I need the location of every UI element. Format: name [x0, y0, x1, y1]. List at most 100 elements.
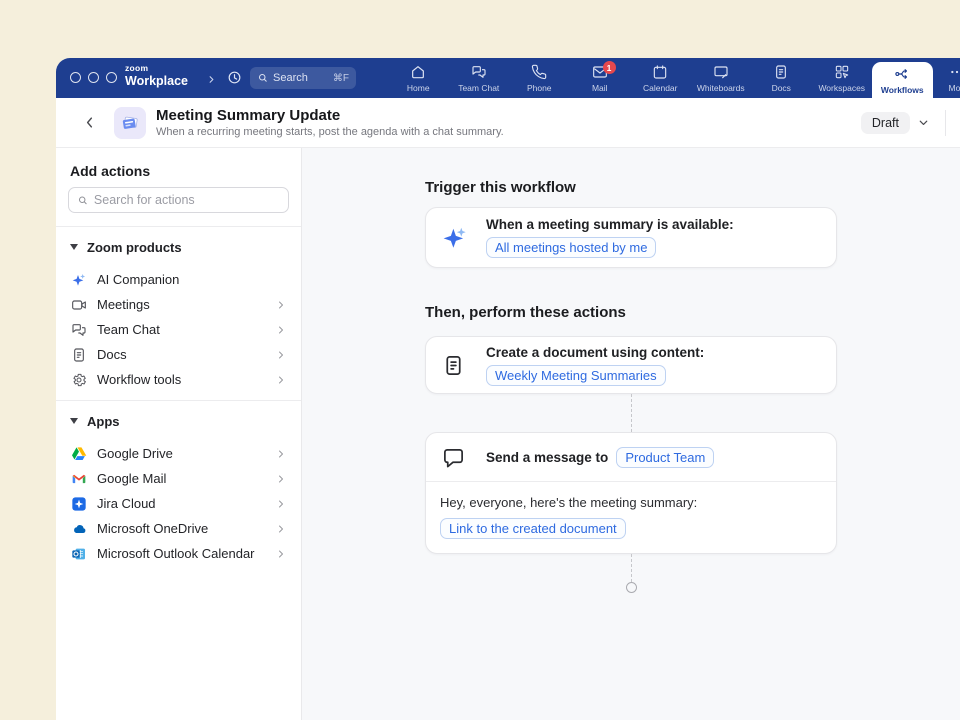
ai-sparkle-icon	[70, 271, 87, 288]
nav-item-more[interactable]: More	[933, 58, 960, 98]
back-button[interactable]	[82, 115, 97, 130]
docs-icon	[70, 346, 87, 363]
window-control-close[interactable]	[70, 72, 81, 83]
recipient-pill[interactable]: Product Team	[616, 447, 714, 468]
window-control-minimize[interactable]	[88, 72, 99, 83]
document-link-pill[interactable]: Link to the created document	[440, 518, 626, 539]
add-step-node[interactable]	[626, 582, 637, 593]
triangle-down-icon	[70, 244, 78, 250]
nav-item-calendar[interactable]: Calendar	[630, 58, 691, 98]
chevron-right-icon	[275, 523, 287, 535]
workflow-title-block: Meeting Summary Update When a recurring …	[156, 107, 504, 138]
sidebar-divider	[56, 400, 301, 401]
section-apps[interactable]: Apps	[70, 411, 289, 431]
draft-status-badge[interactable]: Draft	[861, 112, 910, 134]
sidebar-item-jira-cloud[interactable]: Jira Cloud	[68, 491, 289, 516]
sidebar-item-google-mail[interactable]: Google Mail	[68, 466, 289, 491]
ai-sparkle-icon	[442, 225, 486, 251]
actions-search-field[interactable]	[68, 187, 289, 213]
app-window: zoom Workplace Search ⌘F Home Team Chat	[56, 58, 960, 720]
workflow-header: Meeting Summary Update When a recurring …	[56, 98, 960, 148]
app-body: Add actions Zoom products AI Companion	[56, 148, 960, 720]
workflow-thumbnail-icon	[114, 107, 146, 139]
header-divider	[945, 110, 946, 136]
sidebar-item-microsoft-outlook-calendar[interactable]: Microsoft Outlook Calendar	[68, 541, 289, 566]
chevron-right-icon	[275, 324, 287, 336]
nav-item-phone[interactable]: Phone	[509, 58, 570, 98]
speech-bubble-icon	[442, 446, 486, 469]
mail-badge: 1	[603, 61, 616, 74]
logo-zoom-text: zoom	[125, 64, 188, 73]
chevron-right-icon	[275, 548, 287, 560]
action-card-send-message[interactable]: Send a message to Product Team Hey, ever…	[425, 432, 837, 554]
document-content-pill[interactable]: Weekly Meeting Summaries	[486, 365, 666, 386]
search-icon	[257, 72, 269, 84]
trigger-scope-pill[interactable]: All meetings hosted by me	[486, 237, 656, 258]
trigger-heading: Trigger this workflow	[425, 178, 837, 197]
sidebar-divider	[56, 226, 301, 227]
chevron-right-icon	[275, 448, 287, 460]
main-nav: Home Team Chat Phone Mail 1 Calendar	[388, 58, 960, 98]
jira-icon	[70, 495, 87, 512]
chevron-right-icon[interactable]	[206, 72, 217, 90]
nav-item-workspaces[interactable]: Workspaces	[812, 58, 873, 98]
home-icon	[410, 64, 426, 80]
nav-item-whiteboards[interactable]: Whiteboards	[691, 58, 752, 98]
document-icon	[442, 354, 486, 377]
chevron-right-icon	[275, 374, 287, 386]
sidebar-item-docs[interactable]: Docs	[68, 342, 289, 367]
google-drive-icon	[70, 445, 87, 462]
nav-item-docs[interactable]: Docs	[751, 58, 812, 98]
whiteboard-icon	[713, 64, 729, 80]
sidebar-item-team-chat[interactable]: Team Chat	[68, 317, 289, 342]
sidebar-item-microsoft-onedrive[interactable]: Microsoft OneDrive	[68, 516, 289, 541]
calendar-icon	[652, 64, 668, 80]
workflow-connector	[631, 394, 632, 432]
global-search[interactable]: Search ⌘F	[250, 67, 356, 89]
meetings-video-icon	[70, 296, 87, 313]
gmail-icon	[70, 470, 87, 487]
workflow-content: Trigger this workflow When a meeting sum…	[425, 178, 837, 593]
triangle-down-icon	[70, 418, 78, 424]
workflow-connector	[631, 554, 632, 582]
nav-item-home[interactable]: Home	[388, 58, 449, 98]
chevron-right-icon	[275, 299, 287, 311]
search-shortcut: ⌘F	[333, 73, 349, 84]
create-document-title: Create a document using content:	[486, 345, 704, 360]
chevron-down-icon[interactable]	[917, 116, 930, 129]
trigger-card-text: When a meeting summary is available: All…	[486, 217, 734, 258]
page-subtitle: When a recurring meeting starts, post th…	[156, 126, 504, 138]
nav-item-team-chat[interactable]: Team Chat	[449, 58, 510, 98]
message-body[interactable]: Hey, everyone, here's the meeting summar…	[426, 482, 836, 553]
nav-item-mail[interactable]: Mail 1	[570, 58, 631, 98]
sidebar-item-workflow-tools[interactable]: Workflow tools	[68, 367, 289, 392]
chevron-right-icon	[275, 498, 287, 510]
sidebar-item-google-drive[interactable]: Google Drive	[68, 441, 289, 466]
top-navbar: zoom Workplace Search ⌘F Home Team Chat	[56, 58, 960, 98]
search-input[interactable]	[94, 193, 280, 207]
chevron-right-icon	[275, 473, 287, 485]
more-icon	[949, 64, 960, 80]
message-text: Hey, everyone, here's the meeting summar…	[440, 495, 822, 510]
sidebar-item-ai-companion[interactable]: AI Companion	[68, 267, 289, 292]
search-placeholder: Search	[273, 72, 333, 84]
team-chat-icon	[70, 321, 87, 338]
sidebar-item-meetings[interactable]: Meetings	[68, 292, 289, 317]
team-chat-icon	[471, 64, 487, 80]
trigger-card[interactable]: When a meeting summary is available: All…	[425, 207, 837, 268]
history-clock-icon[interactable]	[226, 69, 243, 91]
action-card-create-document[interactable]: Create a document using content: Weekly …	[425, 336, 837, 394]
outlook-calendar-icon	[70, 545, 87, 562]
workflows-icon	[894, 66, 910, 82]
create-document-text: Create a document using content: Weekly …	[486, 345, 704, 386]
onedrive-icon	[70, 520, 87, 537]
window-control-zoom[interactable]	[106, 72, 117, 83]
send-message-header: Send a message to Product Team	[426, 433, 836, 482]
search-icon	[77, 194, 89, 207]
window-controls	[70, 72, 117, 83]
section-zoom-products[interactable]: Zoom products	[70, 237, 289, 257]
workflow-canvas: Trigger this workflow When a meeting sum…	[302, 148, 960, 720]
actions-heading: Then, perform these actions	[425, 303, 837, 322]
nav-item-workflows[interactable]: Workflows	[872, 62, 933, 98]
zoom-workplace-logo: zoom Workplace	[125, 64, 188, 87]
